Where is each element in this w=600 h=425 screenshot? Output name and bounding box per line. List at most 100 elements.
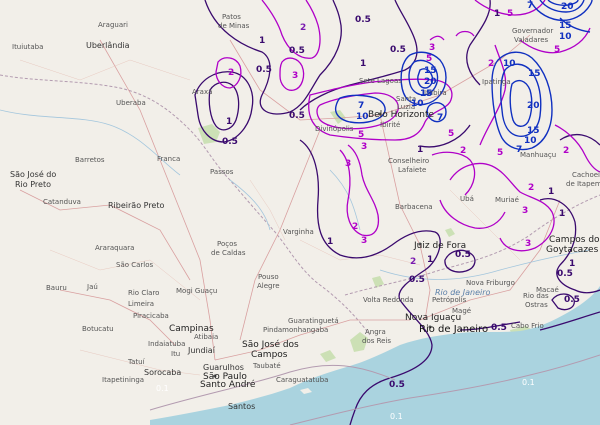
contour-value-label: 0.1 xyxy=(390,412,403,421)
contour-value-label: 7 xyxy=(358,101,365,111)
city-label: Nova Iguaçu xyxy=(405,313,462,323)
city-label: Muriaé xyxy=(495,196,519,204)
contour-value-label: 5 xyxy=(507,9,514,19)
city-label: Varginha xyxy=(283,228,314,236)
city-label: Ipatinga xyxy=(482,78,511,86)
contour-value-label: 15 xyxy=(527,126,540,136)
city-label: Atibaia xyxy=(194,333,219,341)
city-label: Jundiaí xyxy=(188,346,215,355)
city-label: Guaratinguetá xyxy=(288,317,339,325)
contour-value-label: 0.5 xyxy=(409,275,425,285)
contour-value-label: 2 xyxy=(410,257,417,267)
contour-value-label: 0.5 xyxy=(289,111,305,121)
city-label: Ituiutaba xyxy=(12,43,44,51)
contour-value-label: 15 xyxy=(528,69,541,79)
city-label: Santos xyxy=(228,402,256,411)
contour-value-label: 15 xyxy=(424,66,437,76)
city-label: Nova Friburgo xyxy=(466,279,515,287)
city-label: São Carlos xyxy=(116,261,154,269)
contour-value-label: 3 xyxy=(361,142,368,152)
city-label: Caraguatatuba xyxy=(276,376,329,384)
city-label: Passos xyxy=(210,168,234,176)
city-label: Ribeirão Preto xyxy=(108,201,165,210)
city-label: Franca xyxy=(157,155,181,163)
contour-value-label: 0.5 xyxy=(390,45,406,55)
city-label: Conselheiro xyxy=(388,157,430,165)
city-label: Itu xyxy=(171,350,181,358)
city-label: Alegre xyxy=(257,282,280,290)
contour-value-label: 7 xyxy=(527,1,534,11)
city-label: Araraquara xyxy=(95,244,135,252)
contour-value-label: 0.5 xyxy=(256,65,272,75)
city-label: Volta Redonda xyxy=(363,296,414,304)
contour-value-label: 1 xyxy=(417,145,424,155)
contour-value-label: 1 xyxy=(427,255,434,265)
city-label: Goytacazes xyxy=(546,245,599,255)
contour-value-label: 3 xyxy=(522,206,529,216)
city-label: Petrópolis xyxy=(432,296,467,304)
contour-value-label: 2 xyxy=(488,59,495,69)
city-label: Divinópolis xyxy=(315,125,354,133)
city-label: Lafaiete xyxy=(398,166,427,174)
contour-value-label: 3 xyxy=(525,239,532,249)
contour-value-label: 10 xyxy=(356,112,369,122)
city-label: Patos xyxy=(222,13,241,21)
contour-value-label: 7 xyxy=(437,113,444,123)
city-label: Santo André xyxy=(200,380,256,390)
city-label: Rio das xyxy=(523,292,549,300)
city-label: Manhuaçu xyxy=(520,151,557,159)
contour-value-label: 2 xyxy=(352,222,359,232)
contour-value-label: 20 xyxy=(424,77,437,87)
contour-value-label: 0.5 xyxy=(289,46,305,56)
city-label: Angra xyxy=(365,328,386,336)
city-label: Catanduva xyxy=(43,198,81,206)
city-label: Valadares xyxy=(514,36,549,44)
contour-value-label: 5 xyxy=(358,130,365,140)
city-label: Guarulhos xyxy=(203,363,244,372)
city-label: Araxá xyxy=(192,88,213,96)
weather-contour-map[interactable]: Araguari Ituiutaba Uberlândia Patos de Minas… xyxy=(0,0,600,425)
contour-value-label: 2 xyxy=(563,146,570,156)
contour-value-label: 3 xyxy=(345,159,352,169)
contour-value-label: 0.1 xyxy=(156,384,169,393)
city-label: Sete Lagoas xyxy=(359,77,402,85)
city-label: Campos xyxy=(251,350,288,360)
city-label: Araguari xyxy=(98,21,128,29)
city-label: Taubaté xyxy=(253,362,281,370)
city-label: Pouso xyxy=(258,273,279,281)
contour-value-label: 1 xyxy=(548,187,555,197)
contour-value-label: 1 xyxy=(259,36,266,46)
contour-value-label: 3 xyxy=(292,71,299,81)
contour-value-label: 1 xyxy=(559,209,566,219)
contour-value-label: 5 xyxy=(554,45,561,55)
contour-value-label: 20 xyxy=(527,101,540,111)
city-label: de Minas xyxy=(218,22,250,30)
contour-value-label: 2 xyxy=(528,183,535,193)
contour-value-label: 0.5 xyxy=(389,380,405,390)
city-label: Rio Preto xyxy=(15,180,51,189)
city-label: dos Reis xyxy=(362,337,392,345)
city-label: Barretos xyxy=(75,156,105,164)
city-label: Limeira xyxy=(128,300,155,308)
city-label: Rio Claro xyxy=(128,289,160,297)
city-label: de Itapemirim xyxy=(566,180,600,188)
contour-value-label: 2 xyxy=(460,146,467,156)
city-label: Pindamonhangaba xyxy=(263,326,329,334)
city-label: de Caldas xyxy=(211,249,246,257)
contour-value-label: 2 xyxy=(300,23,307,33)
city-label: Governador xyxy=(512,27,554,35)
contour-value-label: 0.5 xyxy=(355,15,371,25)
contour-value-label: 10 xyxy=(524,136,537,146)
city-label: Cachoeiro xyxy=(572,171,600,179)
city-label: Ostras xyxy=(525,301,548,309)
city-label: Ubá xyxy=(460,195,474,203)
contour-value-label: 0.5 xyxy=(222,137,238,147)
city-label: Jaú xyxy=(87,283,98,291)
city-label: Rio de Janeiro xyxy=(435,288,491,297)
city-label: Itapetininga xyxy=(102,376,145,384)
contour-value-label: 15 xyxy=(559,21,572,31)
contour-value-label: 15 xyxy=(420,89,433,99)
contour-value-label: 1 xyxy=(360,59,367,69)
city-label: Ibirité xyxy=(380,121,401,129)
contour-value-label: 1 xyxy=(226,117,233,127)
